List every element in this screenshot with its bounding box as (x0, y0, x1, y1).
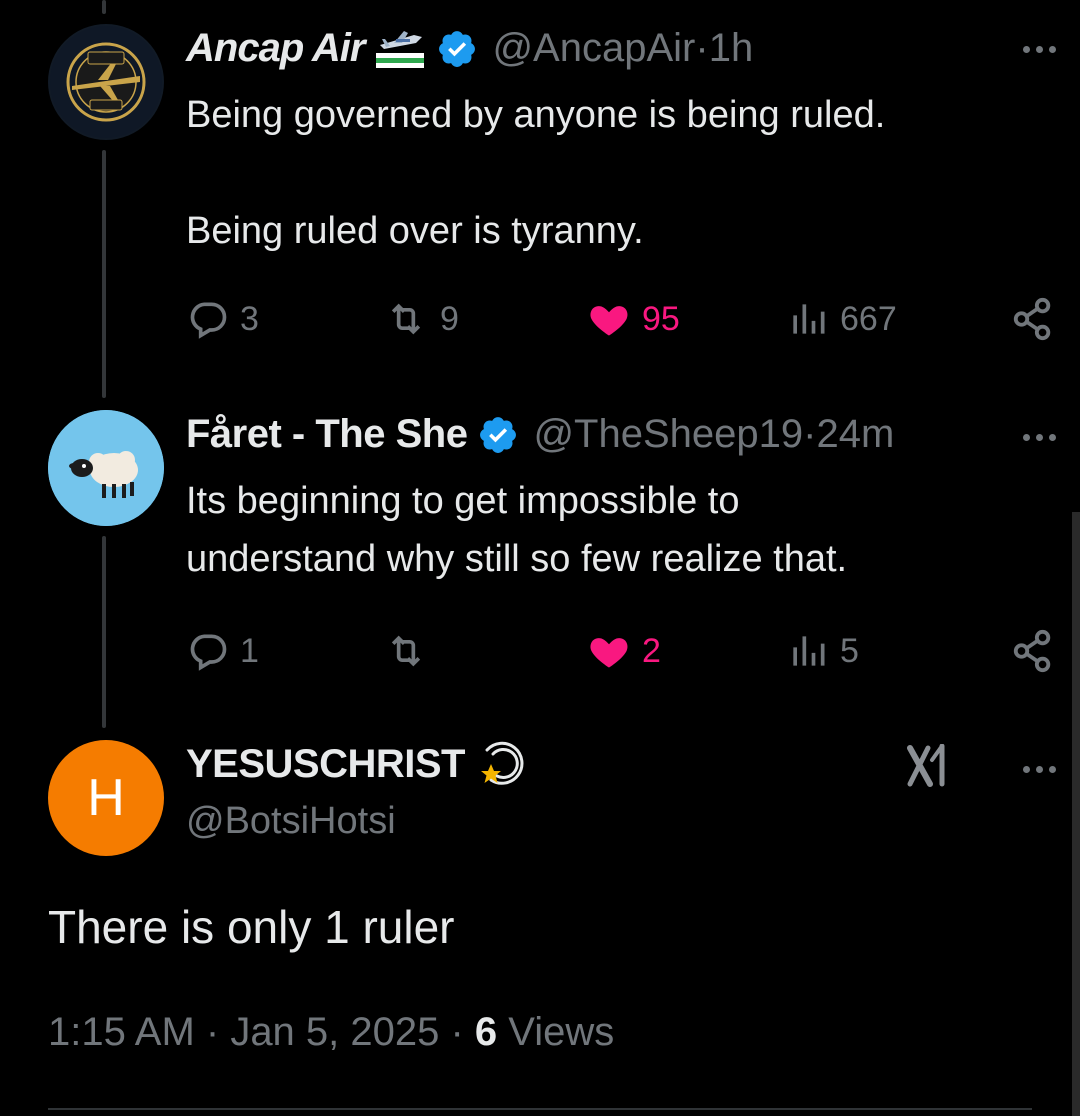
avatar-letter: H (87, 769, 125, 827)
reply-button[interactable]: 3 (186, 294, 259, 344)
sheep-avatar-image (48, 410, 164, 526)
reply-icon (190, 634, 227, 671)
like-count: 2 (642, 631, 661, 670)
scrollbar[interactable] (1072, 512, 1080, 1116)
reply-button[interactable]: 1 (186, 626, 259, 676)
like-button[interactable]: 95 (586, 294, 680, 344)
repost-count: 9 (440, 299, 459, 338)
post-date[interactable]: Jan 5, 2025 (230, 1010, 439, 1054)
thread-line-1 (102, 150, 106, 398)
views-button[interactable]: 5 (786, 626, 859, 676)
tweet-text: Being governed by anyone is being ruled.… (186, 94, 886, 252)
views-icon (793, 304, 825, 334)
repost-button[interactable] (382, 626, 440, 676)
views-label: Views (508, 1010, 615, 1054)
tweet-actions: 1 2 5 (186, 626, 1056, 676)
views-icon (793, 636, 825, 666)
tweet-text: Its beginning to get impossible to under… (186, 480, 848, 580)
verified-badge-icon (436, 28, 478, 70)
repost-button[interactable]: 9 (382, 294, 459, 344)
avatar-ancapair[interactable] (48, 24, 164, 140)
more-icon[interactable] (1023, 766, 1056, 773)
share-icon (1013, 297, 1051, 341)
time-separator: · (695, 26, 709, 70)
divider (48, 1108, 1032, 1110)
display-name[interactable]: Ancap Air (186, 26, 365, 71)
verified-badge-icon (477, 414, 519, 456)
like-button[interactable]: 2 (586, 626, 661, 676)
tweet-header: Fåret - The She @TheSheep19 · 24m (186, 412, 894, 457)
user-handle[interactable]: @AncapAir (492, 26, 695, 71)
views-button[interactable]: 667 (786, 294, 897, 344)
avatar-thesheep19[interactable] (48, 410, 164, 526)
tweet-meta: 1:15 AM · Jan 5, 2025 · 6 Views (48, 1010, 614, 1055)
like-count: 95 (642, 299, 680, 338)
display-name[interactable]: YESUSCHRIST (186, 742, 466, 787)
user-handle[interactable]: @BotsiHotsi (186, 800, 396, 843)
more-icon[interactable] (1023, 434, 1056, 441)
airplane-flag-emoji (374, 27, 426, 71)
reply-icon (190, 302, 227, 339)
reply-count: 1 (240, 631, 259, 670)
views-count: 6 (474, 1010, 498, 1054)
repost-icon (391, 303, 421, 335)
timestamp[interactable]: 24m (816, 412, 894, 457)
reply-text: There is only 1 ruler (48, 901, 455, 953)
post-time[interactable]: 1:15 AM (48, 1010, 195, 1054)
tweet-actions: 3 9 95 667 (186, 294, 1056, 344)
shooting-star-emoji (477, 740, 529, 788)
heart-icon (590, 306, 628, 336)
more-icon[interactable] (1023, 46, 1056, 53)
reply-count: 3 (240, 299, 259, 338)
share-button[interactable] (1010, 294, 1056, 344)
timestamp[interactable]: 1h (709, 26, 754, 71)
meta-separator: · (439, 1010, 475, 1054)
share-icon (1013, 629, 1051, 673)
thread-line-top (102, 0, 106, 14)
views-count: 667 (840, 299, 897, 338)
thread-line-2 (102, 536, 106, 728)
avatar-botsihotsi[interactable]: H (48, 740, 164, 856)
tweet-header: Ancap Air @AncapAir · 1h (186, 26, 753, 71)
time-separator: · (803, 412, 817, 456)
grok-icon[interactable] (906, 743, 954, 793)
repost-icon (391, 635, 421, 667)
views-count: 5 (840, 631, 859, 670)
reply-name-row: YESUSCHRIST (186, 740, 529, 788)
heart-icon (590, 638, 628, 668)
share-button[interactable] (1010, 626, 1056, 676)
display-name[interactable]: Fåret - The She (186, 412, 468, 457)
user-handle[interactable]: @TheSheep19 (533, 412, 803, 457)
ancap-air-logo (50, 26, 162, 138)
meta-separator: · (194, 1010, 231, 1054)
